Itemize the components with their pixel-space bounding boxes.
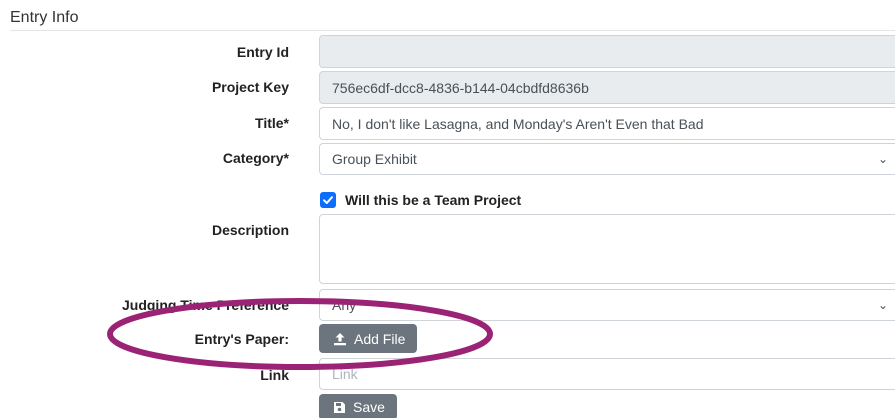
link-label: Link bbox=[260, 367, 289, 383]
category-select[interactable]: Group Exhibit ⌄ bbox=[319, 143, 895, 175]
judging-time-select[interactable]: Any ⌄ bbox=[319, 289, 895, 321]
category-label: Category* bbox=[222, 150, 289, 166]
save-label: Save bbox=[353, 399, 385, 415]
section-title: Entry Info bbox=[10, 9, 79, 26]
judging-time-label: Judging Time Preference bbox=[121, 297, 289, 313]
project-key-label: Project Key bbox=[211, 79, 289, 95]
entry-id-field[interactable] bbox=[319, 35, 895, 68]
category-selected-value: Group Exhibit bbox=[332, 151, 417, 167]
add-file-label: Add File bbox=[354, 330, 406, 347]
entry-id-label: Entry Id bbox=[236, 44, 289, 60]
judging-time-selected-value: Any bbox=[332, 297, 357, 313]
link-input[interactable] bbox=[319, 358, 895, 390]
description-label: Description bbox=[211, 222, 289, 238]
chevron-down-icon: ⌄ bbox=[877, 298, 888, 312]
entry-info-form-page: Entry Info Entry Id Project Key Title* C… bbox=[0, 0, 895, 418]
checkmark-icon bbox=[323, 196, 333, 204]
team-project-checkbox[interactable] bbox=[320, 192, 336, 208]
upload-icon bbox=[334, 332, 346, 345]
title-label: Title* bbox=[255, 115, 289, 131]
section-divider bbox=[10, 30, 895, 31]
description-textarea[interactable] bbox=[319, 214, 895, 284]
team-project-label: Will this be a Team Project bbox=[345, 192, 522, 208]
entry-paper-label: Entry's Paper: bbox=[194, 331, 289, 347]
floppy-disk-icon bbox=[334, 401, 345, 413]
title-input[interactable] bbox=[319, 107, 895, 140]
team-project-checkbox-row[interactable]: Will this be a Team Project bbox=[320, 192, 521, 208]
save-button[interactable]: Save bbox=[319, 394, 397, 418]
chevron-down-icon: ⌄ bbox=[877, 152, 888, 166]
project-key-field[interactable] bbox=[319, 71, 895, 104]
add-file-button[interactable]: Add File bbox=[319, 324, 418, 353]
